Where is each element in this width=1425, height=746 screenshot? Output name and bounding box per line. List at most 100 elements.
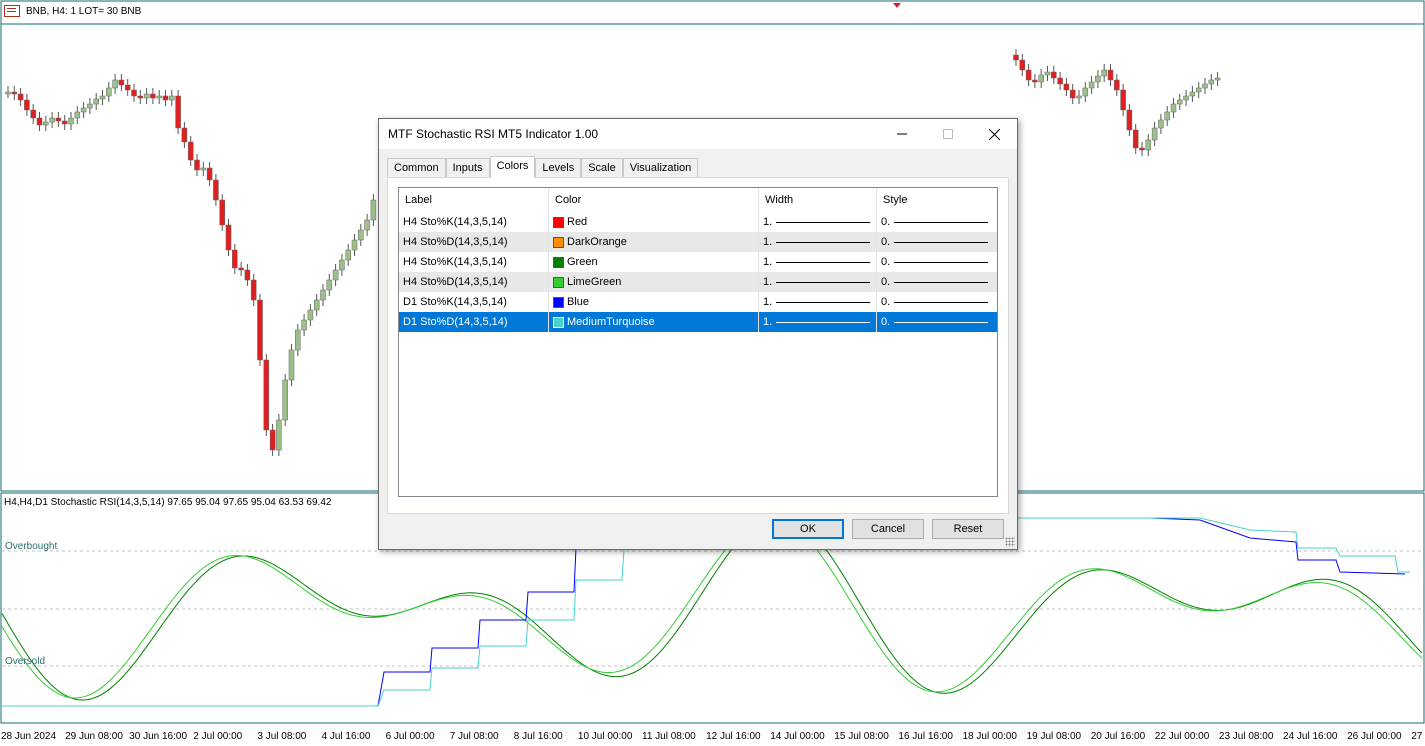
row-style[interactable]: 0. <box>877 312 997 332</box>
time-label: 6 Jul 00:00 <box>385 731 435 742</box>
row-color[interactable]: Green <box>549 252 759 272</box>
row-style[interactable]: 0. <box>877 272 997 292</box>
row-width[interactable]: 1. <box>759 252 877 272</box>
time-label: 16 Jul 16:00 <box>898 731 953 742</box>
candle-body <box>200 167 207 171</box>
candle-body <box>55 117 62 122</box>
candle-body <box>364 219 370 231</box>
row-width[interactable]: 1. <box>759 272 877 292</box>
candle-body <box>175 95 181 129</box>
candle-body <box>131 89 137 97</box>
column-style[interactable]: Style <box>877 188 997 212</box>
tab-common[interactable]: Common <box>387 158 446 178</box>
candle-body <box>106 87 112 97</box>
row-width[interactable]: 1. <box>759 312 877 332</box>
width-value: 1. <box>763 236 773 248</box>
symbol-info: BNB, H4: 1 LOT= 30 BNB <box>26 5 142 17</box>
reset-button[interactable]: Reset <box>932 519 1004 539</box>
time-label: 23 Jul 08:00 <box>1218 731 1274 742</box>
candle-body <box>358 229 364 241</box>
resize-grip-icon[interactable] <box>1005 537 1015 547</box>
tab-visualization[interactable]: Visualization <box>622 158 699 178</box>
style-line-sample <box>894 261 989 263</box>
candle-body <box>301 319 307 331</box>
close-icon[interactable] <box>971 119 1017 149</box>
row-color[interactable]: Blue <box>549 292 759 312</box>
style-value: 0. <box>881 256 891 268</box>
color-name: MediumTurquoise <box>567 316 655 328</box>
width-value: 1. <box>763 216 773 228</box>
candle-body <box>156 95 162 99</box>
indicator-properties-dialog[interactable]: MTF Stochastic RSI MT5 Indicator 1.00 Co… <box>378 118 1018 550</box>
row-width[interactable]: 1. <box>759 232 877 252</box>
time-label: 10 Jul 00:00 <box>577 731 633 742</box>
grid-row[interactable]: H4 Sto%D(14,3,5,14) LimeGreen 1. 0. <box>399 272 997 292</box>
colors-panel: Label Color Width Style H4 Sto%K(14,3,5,… <box>387 177 1009 514</box>
grid-row[interactable]: H4 Sto%K(14,3,5,14) Green 1. 0. <box>399 252 997 272</box>
row-style[interactable]: 0. <box>877 252 997 272</box>
candle-body <box>68 117 74 125</box>
candle-body <box>1132 129 1139 149</box>
candle-body <box>1095 75 1101 83</box>
chart-header: BNB, H4: 1 LOT= 30 BNB <box>4 5 141 17</box>
colors-grid[interactable]: Label Color Width Style H4 Sto%K(14,3,5,… <box>398 187 998 497</box>
time-label: 12 Jul 16:00 <box>706 731 761 742</box>
column-label[interactable]: Label <box>399 188 549 212</box>
width-line-sample <box>776 281 871 283</box>
column-color[interactable]: Color <box>549 188 759 212</box>
overbought-label: Overbought <box>5 541 58 552</box>
row-color[interactable]: DarkOrange <box>549 232 759 252</box>
row-style[interactable]: 0. <box>877 212 997 232</box>
dialog-title: MTF Stochastic RSI MT5 Indicator 1.00 <box>388 127 599 141</box>
color-swatch <box>553 216 564 228</box>
candle-body <box>345 249 351 261</box>
row-color[interactable]: LimeGreen <box>549 272 759 292</box>
time-label: 24 Jul 16:00 <box>1283 731 1338 742</box>
indicator-info: H4,H4,D1 Stochastic RSI(14,3,5,14) 97.65… <box>4 497 332 508</box>
width-line-sample <box>776 261 871 263</box>
time-label: 2 Jul 00:00 <box>193 731 243 742</box>
row-color[interactable]: Red <box>549 212 759 232</box>
row-width[interactable]: 1. <box>759 212 877 232</box>
candle-body <box>187 141 194 161</box>
candle-body <box>219 199 225 226</box>
tab-scale[interactable]: Scale <box>581 158 623 178</box>
tab-colors[interactable]: Colors <box>489 156 536 178</box>
tab-levels[interactable]: Levels <box>535 158 582 178</box>
candle-body <box>232 249 238 269</box>
time-label: 29 Jun 08:00 <box>65 731 123 742</box>
candle-body <box>288 349 295 381</box>
column-width[interactable]: Width <box>759 188 877 212</box>
candle-body <box>1145 139 1152 151</box>
style-value: 0. <box>881 276 891 288</box>
color-swatch <box>553 296 564 308</box>
candle-body <box>257 299 263 361</box>
candle-body <box>1013 54 1019 61</box>
row-label: H4 Sto%K(14,3,5,14) <box>399 212 549 232</box>
candle-body <box>43 121 49 126</box>
tab-inputs[interactable]: Inputs <box>445 158 490 178</box>
row-color[interactable]: MediumTurquoise <box>549 312 759 332</box>
candle-body <box>36 117 43 126</box>
maximize-icon <box>925 119 971 149</box>
dialog-titlebar[interactable]: MTF Stochastic RSI MT5 Indicator 1.00 <box>379 119 1017 149</box>
candle-body <box>118 79 125 86</box>
row-style[interactable]: 0. <box>877 232 997 252</box>
color-name: DarkOrange <box>567 236 627 248</box>
width-line-sample <box>776 301 871 303</box>
ok-button[interactable]: OK <box>772 519 844 539</box>
grid-row[interactable]: D1 Sto%K(14,3,5,14) Blue 1. 0. <box>399 292 997 312</box>
grid-row[interactable]: H4 Sto%K(14,3,5,14) Red 1. 0. <box>399 212 997 232</box>
candle-body <box>1164 111 1170 121</box>
grid-row[interactable]: H4 Sto%D(14,3,5,14) DarkOrange 1. 0. <box>399 232 997 252</box>
row-style[interactable]: 0. <box>877 292 997 312</box>
period-separator-marker <box>893 3 901 8</box>
row-width[interactable]: 1. <box>759 292 877 312</box>
minimize-icon[interactable] <box>879 119 925 149</box>
style-line-sample <box>894 301 989 303</box>
cancel-button[interactable]: Cancel <box>852 519 924 539</box>
grid-row[interactable]: D1 Sto%D(14,3,5,14) MediumTurquoise 1. 0. <box>399 312 997 332</box>
candle-body <box>1189 91 1196 97</box>
time-label: 11 Jul 08:00 <box>642 731 696 742</box>
candle-body <box>295 329 301 351</box>
